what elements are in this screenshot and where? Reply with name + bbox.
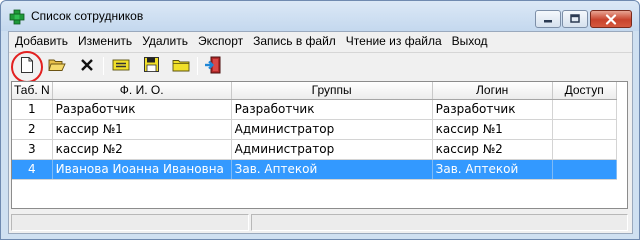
cell-group: Разработчик bbox=[231, 99, 433, 120]
cell-full-name: Разработчик bbox=[52, 99, 232, 120]
cell-tab-number: 1 bbox=[12, 99, 53, 120]
open-folder-icon bbox=[48, 58, 66, 75]
cell-tab-number: 2 bbox=[12, 119, 53, 140]
cell-access bbox=[552, 159, 617, 180]
cell-access bbox=[552, 119, 617, 140]
column-header-full-name[interactable]: Ф. И. О. bbox=[52, 82, 232, 100]
employee-list-window: Список сотрудников Добавить Изменить Уда… bbox=[0, 0, 640, 240]
menu-bar: Добавить Изменить Удалить Экспорт Запись… bbox=[9, 32, 632, 51]
minimize-icon bbox=[543, 14, 553, 24]
window-title: Список сотрудников bbox=[31, 9, 144, 23]
cell-tab-number: 4 bbox=[12, 159, 53, 180]
client-area: Добавить Изменить Удалить Экспорт Запись… bbox=[8, 31, 633, 234]
delete-x-icon bbox=[80, 58, 94, 75]
maximize-icon bbox=[570, 14, 580, 24]
table-row[interactable]: 2 кассир №1 Администратор кассир №1 bbox=[12, 119, 617, 140]
toolbar bbox=[9, 51, 632, 83]
edit-button[interactable] bbox=[109, 55, 133, 77]
cell-login: Разработчик bbox=[432, 99, 553, 120]
menu-item-exit[interactable]: Выход bbox=[447, 32, 493, 51]
employees-table[interactable]: Таб. N Ф. И. О. Группы Логин Доступ 1 Ра… bbox=[11, 81, 628, 209]
open-button[interactable] bbox=[45, 55, 69, 77]
exit-door-icon bbox=[204, 56, 222, 77]
cell-group: Администратор bbox=[231, 139, 433, 160]
table-row[interactable]: 1 Разработчик Разработчик Разработчик bbox=[12, 99, 617, 120]
new-record-button[interactable] bbox=[15, 55, 39, 77]
cell-login: кассир №2 bbox=[432, 139, 553, 160]
cell-access bbox=[552, 139, 617, 160]
column-header-login[interactable]: Логин bbox=[432, 82, 553, 100]
cell-access bbox=[552, 99, 617, 120]
cell-full-name: кассир №2 bbox=[52, 139, 232, 160]
table-header-row: Таб. N Ф. И. О. Группы Логин Доступ bbox=[12, 82, 617, 100]
status-panel-left bbox=[11, 214, 249, 231]
cell-group: Администратор bbox=[231, 119, 433, 140]
save-floppy-icon bbox=[143, 57, 159, 75]
green-cross-app-icon bbox=[9, 9, 25, 25]
exit-button[interactable] bbox=[201, 55, 225, 77]
save-button[interactable] bbox=[139, 55, 163, 77]
menu-item-read-from-file[interactable]: Чтение из файла bbox=[341, 32, 447, 51]
cell-full-name: кассир №1 bbox=[52, 119, 232, 140]
cell-group: Зав. Аптекой bbox=[231, 159, 433, 180]
cell-full-name: Иванова Иоанна Ивановна bbox=[52, 159, 232, 180]
toolbar-separator bbox=[103, 57, 104, 75]
load-button[interactable] bbox=[169, 55, 193, 77]
cell-login: Зав. Аптекой bbox=[432, 159, 553, 180]
folder-yellow-icon bbox=[172, 58, 190, 75]
menu-item-export[interactable]: Экспорт bbox=[193, 32, 248, 51]
menu-item-add[interactable]: Добавить bbox=[9, 32, 73, 51]
menu-item-delete[interactable]: Удалить bbox=[137, 32, 193, 51]
status-panel-right bbox=[251, 214, 628, 231]
minimize-button[interactable] bbox=[535, 10, 561, 28]
toolbar-separator bbox=[197, 57, 198, 75]
delete-button[interactable] bbox=[75, 55, 99, 77]
close-icon bbox=[605, 13, 617, 25]
cell-login: кассир №1 bbox=[432, 119, 553, 140]
table-row-selected[interactable]: 4 Иванова Иоанна Ивановна Зав. Аптекой З… bbox=[12, 159, 617, 180]
column-header-groups[interactable]: Группы bbox=[231, 82, 433, 100]
title-bar[interactable]: Список сотрудников bbox=[1, 1, 639, 31]
menu-item-edit[interactable]: Изменить bbox=[73, 32, 137, 51]
maximize-button[interactable] bbox=[562, 10, 588, 28]
table-row[interactable]: 3 кассир №2 Администратор кассир №2 bbox=[12, 139, 617, 160]
menu-item-save-to-file[interactable]: Запись в файл bbox=[248, 32, 341, 51]
new-document-icon bbox=[20, 56, 34, 76]
status-bar bbox=[11, 214, 628, 231]
edit-yellow-icon bbox=[112, 58, 130, 75]
close-button[interactable] bbox=[590, 10, 632, 28]
column-header-access[interactable]: Доступ bbox=[552, 82, 617, 100]
cell-tab-number: 3 bbox=[12, 139, 53, 160]
column-header-tab-number[interactable]: Таб. N bbox=[12, 82, 53, 100]
